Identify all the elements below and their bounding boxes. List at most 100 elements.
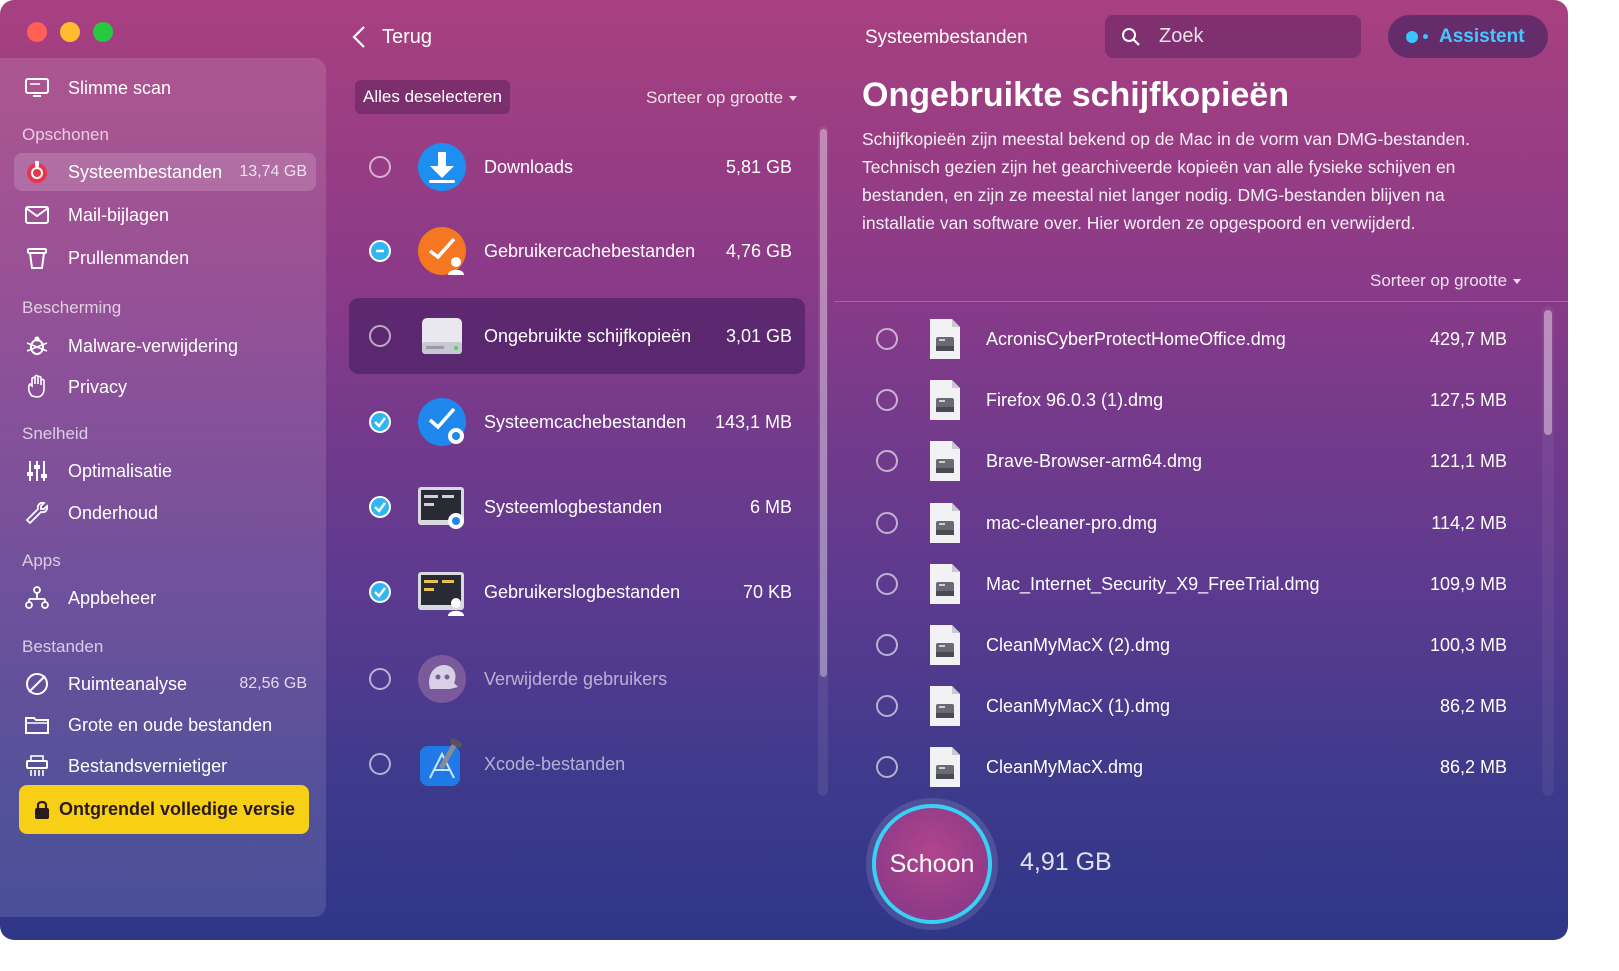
file-name: Firefox 96.0.3 (1).dmg (986, 389, 1164, 410)
checkbox-checked[interactable] (369, 496, 391, 518)
file-size: 114,2 MB (1431, 512, 1507, 533)
file-name: CleanMyMacX (1).dmg (986, 695, 1171, 716)
checkbox[interactable] (876, 756, 898, 778)
checkbox[interactable] (369, 668, 391, 690)
zoom-window-button[interactable] (93, 22, 113, 42)
checkbox[interactable] (369, 753, 391, 775)
apps-network-icon (23, 584, 51, 612)
bug-icon (23, 332, 51, 360)
file-sort-dropdown[interactable]: Sorteer op grootte (1370, 271, 1522, 291)
assistant-label: Assistent (1439, 25, 1525, 47)
sidebar-item-system-junk[interactable]: Systeembestanden 13,74 GB (14, 153, 316, 191)
sidebar-item-malware[interactable]: Malware-verwijdering (14, 327, 316, 365)
category-row-deleted-users[interactable]: Verwijderde gebruikers (349, 641, 805, 717)
system-log-icon (416, 481, 468, 533)
category-size: 143,1 MB (714, 411, 792, 432)
close-window-button[interactable] (27, 22, 47, 42)
sidebar-item-mail-attachments[interactable]: Mail-bijlagen (14, 196, 316, 234)
checkbox[interactable] (876, 328, 898, 350)
dmg-file-icon (928, 317, 962, 361)
section-cleanup: Opschonen (22, 125, 109, 144)
section-speed: Snelheid (22, 424, 89, 443)
user-cache-icon (416, 225, 468, 277)
sidebar-item-label: Grote en oude bestanden (68, 714, 273, 735)
file-name: CleanMyMacX.dmg (986, 756, 1144, 777)
checkbox[interactable] (876, 389, 898, 411)
sidebar-item-space-lens[interactable]: Ruimteanalyse 82,56 GB (14, 665, 316, 703)
app-window: Slimme scan Opschonen Systeembestanden 1… (0, 0, 1568, 940)
checkbox-checked[interactable] (369, 411, 391, 433)
category-sort-dropdown[interactable]: Sorteer op grootte (646, 88, 798, 108)
clean-total-size: 4,91 GB (1020, 848, 1112, 876)
checkbox[interactable] (369, 325, 391, 347)
file-size: 100,3 MB (1429, 634, 1507, 655)
checkbox[interactable] (876, 695, 898, 717)
checkbox[interactable] (876, 573, 898, 595)
file-row[interactable]: mac-cleaner-pro.dmg 114,2 MB (860, 493, 1520, 553)
dmg-file-icon (928, 562, 962, 606)
category-row-disk-images[interactable]: Ongebruikte schijfkopieën 3,01 GB (349, 298, 805, 374)
unlock-label: Ontgrendel volledige versie (58, 799, 296, 819)
sidebar-item-privacy[interactable]: Privacy (14, 368, 316, 406)
file-name: AcronisCyberProtectHomeOffice.dmg (986, 328, 1286, 349)
sidebar-item-shredder[interactable]: Bestandsvernietiger (14, 747, 316, 785)
sidebar-item-uninstaller[interactable]: Appbeheer (14, 579, 316, 617)
sidebar-item-smart-scan[interactable]: Slimme scan (14, 69, 316, 107)
disk-image-icon (416, 310, 468, 362)
search-input[interactable]: Zoek (1105, 15, 1361, 58)
category-label: Xcode-bestanden (484, 753, 626, 774)
checkbox[interactable] (876, 450, 898, 472)
category-row-xcode[interactable]: Xcode-bestanden (349, 726, 805, 802)
file-scrollbar-thumb[interactable] (1544, 310, 1552, 435)
sidebar-item-label: Slimme scan (68, 77, 172, 98)
sidebar-item-optimization[interactable]: Optimalisatie (14, 452, 316, 490)
file-size: 121,1 MB (1429, 450, 1507, 471)
checkbox-checked[interactable] (369, 581, 391, 603)
checkbox-partial[interactable] (369, 240, 391, 262)
back-button[interactable]: Terug (350, 24, 432, 50)
window-controls (27, 22, 113, 42)
minimize-window-button[interactable] (60, 22, 80, 42)
category-row-downloads[interactable]: Downloads 5,81 GB (349, 129, 805, 205)
sidebar-item-label: Appbeheer (68, 587, 157, 608)
category-scrollbar-thumb[interactable] (820, 129, 827, 677)
sort-label: Sorteer op grootte (1370, 271, 1508, 290)
category-row-user-cache[interactable]: Gebruikercachebestanden 4,76 GB (349, 213, 805, 289)
category-row-system-logs[interactable]: Systeemlogbestanden 6 MB (349, 469, 805, 545)
chevron-left-icon (352, 26, 365, 48)
hand-icon (23, 373, 51, 401)
file-size: 127,5 MB (1429, 389, 1507, 410)
file-size: 86,2 MB (1439, 756, 1507, 777)
unlock-full-version-button[interactable]: Ontgrendel volledige versie (19, 785, 309, 834)
file-row[interactable]: CleanMyMacX.dmg 86,2 MB (860, 737, 1520, 797)
file-row[interactable]: Firefox 96.0.3 (1).dmg 127,5 MB (860, 370, 1520, 430)
checkbox[interactable] (369, 156, 391, 178)
download-icon (416, 141, 468, 193)
detail-title: Ongebruikte schijfkopieën (862, 76, 1289, 114)
checkbox[interactable] (876, 634, 898, 656)
category-row-system-cache[interactable]: Systeemcachebestanden 143,1 MB (349, 384, 805, 460)
file-size: 109,9 MB (1429, 573, 1507, 594)
category-label: Gebruikercachebestanden (484, 240, 696, 261)
deselect-all-button[interactable]: Alles deselecteren (355, 80, 510, 114)
clean-button[interactable]: Schoon (872, 804, 992, 924)
dmg-file-icon (928, 684, 962, 728)
file-row[interactable]: AcronisCyberProtectHomeOffice.dmg 429,7 M… (860, 309, 1520, 369)
file-row[interactable]: CleanMyMacX (2).dmg 100,3 MB (860, 615, 1520, 675)
sidebar-item-trash[interactable]: Prullenmanden (14, 239, 316, 277)
trash-icon (23, 244, 51, 272)
file-row[interactable]: Brave-Browser-arm64.dmg 121,1 MB (860, 431, 1520, 491)
sidebar-item-label: Optimalisatie (68, 460, 173, 481)
sidebar-item-maintenance[interactable]: Onderhoud (14, 494, 316, 532)
system-cache-icon (416, 396, 468, 448)
category-size: 4,76 GB (725, 240, 792, 261)
section-files: Bestanden (22, 637, 104, 656)
category-row-user-logs[interactable]: Gebruikerslogbestanden 70 KB (349, 554, 805, 630)
sidebar-item-large-old-files[interactable]: Grote en oude bestanden (14, 706, 316, 744)
sidebar-item-label: Malware-verwijdering (68, 335, 239, 356)
assistant-button[interactable]: Assistent (1388, 15, 1548, 58)
category-size: 3,01 GB (725, 325, 792, 346)
checkbox[interactable] (876, 512, 898, 534)
file-row[interactable]: CleanMyMacX (1).dmg 86,2 MB (860, 676, 1520, 736)
file-row[interactable]: Mac_Internet_Security_X9_FreeTrial.dmg 10… (860, 554, 1520, 614)
